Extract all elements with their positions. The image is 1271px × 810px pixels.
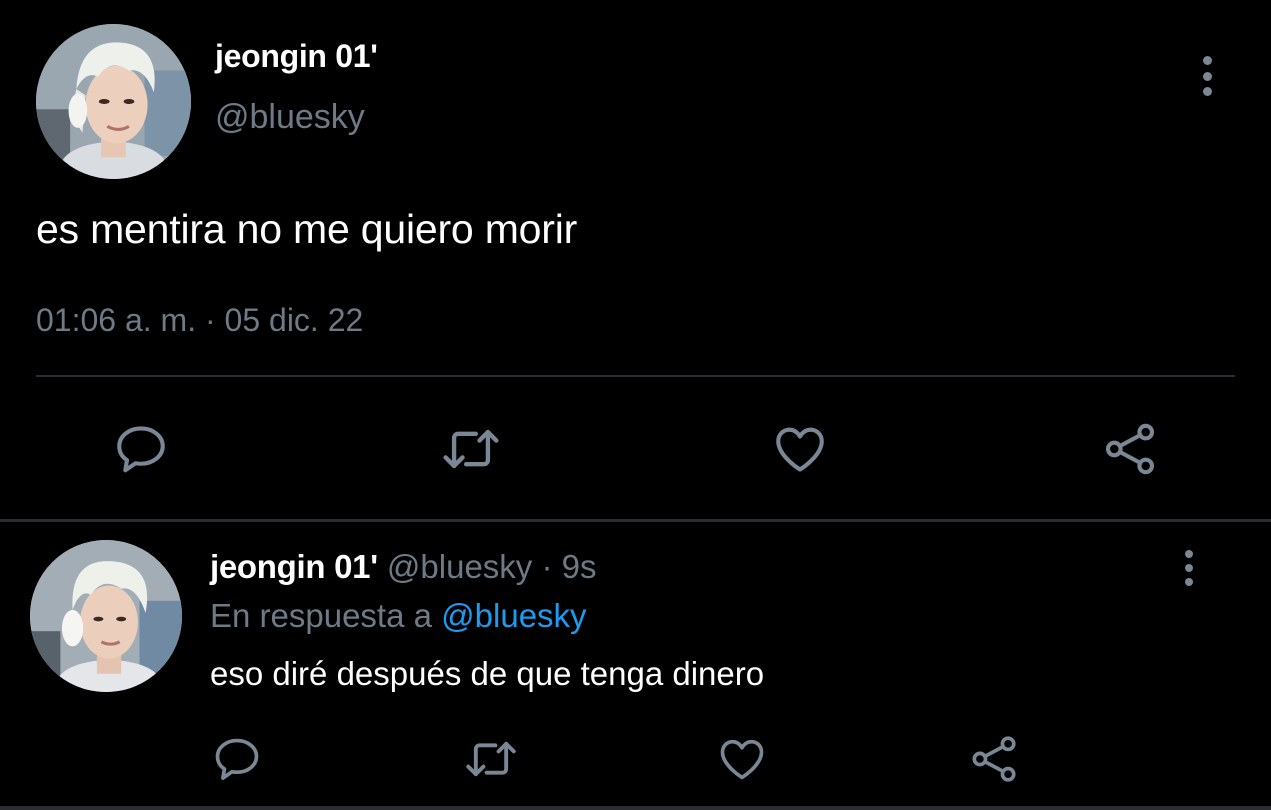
separator-dot: · bbox=[541, 548, 553, 585]
like-button[interactable] bbox=[714, 732, 770, 786]
divider bbox=[0, 806, 1271, 810]
reply-icon bbox=[117, 426, 165, 473]
share-icon bbox=[1105, 423, 1155, 475]
tweet-text: es mentira no me quiero morir bbox=[36, 206, 578, 252]
avatar[interactable] bbox=[36, 24, 191, 179]
user-handle[interactable]: @bluesky bbox=[387, 548, 532, 585]
share-button[interactable] bbox=[1098, 418, 1162, 480]
retweet-icon bbox=[466, 741, 516, 777]
reply-to-handle-link[interactable]: @bluesky bbox=[441, 597, 586, 634]
more-vertical-icon[interactable] bbox=[1181, 550, 1197, 586]
reply-icon bbox=[215, 738, 259, 780]
reply-context: En respuesta a @bluesky bbox=[210, 597, 587, 635]
divider bbox=[0, 519, 1271, 522]
display-name[interactable]: jeongin 01' bbox=[210, 548, 378, 585]
reply-to-label: En respuesta a bbox=[210, 597, 432, 634]
tweet-age: 9s bbox=[561, 548, 597, 585]
avatar[interactable] bbox=[30, 540, 182, 692]
like-icon bbox=[720, 739, 764, 780]
display-name[interactable]: jeongin 01' bbox=[215, 38, 378, 75]
user-handle[interactable]: @bluesky bbox=[215, 98, 365, 137]
avatar-photo bbox=[30, 540, 182, 692]
reply-header: jeongin 01' @bluesky · 9s bbox=[210, 548, 597, 586]
share-button[interactable] bbox=[966, 732, 1022, 786]
divider bbox=[36, 375, 1235, 377]
reply-button[interactable] bbox=[210, 732, 264, 786]
tweet-detail-screen: jeongin 01' @bluesky es mentira no me qu… bbox=[0, 0, 1271, 810]
main-tweet: jeongin 01' @bluesky es mentira no me qu… bbox=[0, 0, 1271, 520]
reply-button[interactable] bbox=[110, 418, 172, 480]
like-button[interactable] bbox=[768, 418, 832, 480]
more-vertical-icon[interactable] bbox=[1199, 56, 1215, 96]
avatar-photo bbox=[36, 24, 191, 179]
like-icon bbox=[776, 427, 824, 472]
retweet-button[interactable] bbox=[462, 732, 520, 786]
share-icon bbox=[972, 736, 1016, 782]
retweet-icon bbox=[443, 429, 499, 469]
tweet-timestamp[interactable]: 01:06 a. m. · 05 dic. 22 bbox=[36, 302, 363, 339]
tweet-text: eso diré después de que tenga dinero bbox=[210, 655, 765, 692]
retweet-button[interactable] bbox=[437, 418, 505, 480]
